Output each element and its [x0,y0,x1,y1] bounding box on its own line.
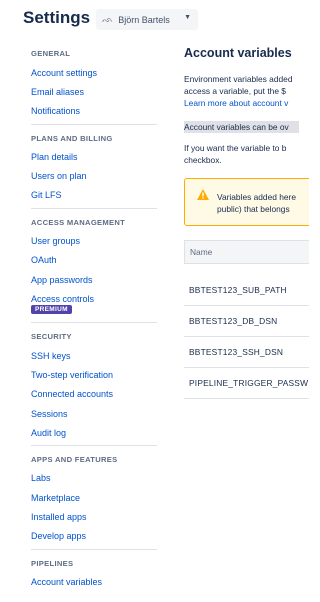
premium-badge: PREMIUM [31,305,72,314]
column-header-name: Name [190,247,213,257]
secure-text-line: If you want the variable to b [184,143,287,153]
sidebar-item-sessions[interactable]: Sessions [31,409,68,419]
sidebar-item-users-on-plan[interactable]: Users on plan [31,171,87,181]
intro-text-line: Environment variables added [184,74,293,84]
sidebar-group-plans-billing: PLANS AND BILLING [31,134,113,143]
sidebar-group-security: SECURITY [31,332,72,341]
sidebar-item-git-lfs[interactable]: Git LFS [31,190,62,200]
sidebar-item-plan-details[interactable]: Plan details [31,152,78,162]
variables-table-header: Name [184,240,309,264]
sidebar-item-ssh-keys[interactable]: SSH keys [31,351,71,361]
warning-icon [197,189,209,200]
sidebar-divider [31,445,157,446]
sidebar-item-account-variables[interactable]: Account variables [31,577,102,587]
account-name: Björn Bartels [118,14,170,25]
page-title: Settings [23,8,91,27]
variable-row[interactable]: BBTEST123_SSH_DSN [184,337,309,368]
sidebar-group-apps-features: APPS AND FEATURES [31,455,118,464]
sidebar-item-installed-apps[interactable]: Installed apps [31,512,87,522]
sidebar-item-audit-log[interactable]: Audit log [31,428,66,438]
sidebar-item-oauth[interactable]: OAuth [31,255,57,265]
sidebar-divider [31,124,157,125]
variable-name: BBTEST123_DB_DSN [189,316,278,326]
sidebar-item-two-step-verification[interactable]: Two-step verification [31,370,113,380]
section-title: Account variables [184,46,292,60]
warning-text-line: Variables added here [217,192,296,202]
sidebar-item-user-groups[interactable]: User groups [31,236,80,246]
variable-row[interactable]: PIPELINE_TRIGGER_PASSW [184,368,309,399]
account-switcher[interactable]: ᨒ Björn Bartels ▼ [96,9,198,30]
sidebar-item-connected-accounts[interactable]: Connected accounts [31,389,113,399]
sidebar-group-access-management: ACCESS MANAGEMENT [31,218,126,227]
sidebar-item-app-passwords[interactable]: App passwords [31,275,93,285]
variable-name: PIPELINE_TRIGGER_PASSW [189,378,309,388]
variable-name: BBTEST123_SSH_DSN [189,347,284,357]
sidebar-item-develop-apps[interactable]: Develop apps [31,531,86,541]
row-divider [184,398,309,399]
sidebar-divider [31,208,157,209]
sidebar-item-account-settings[interactable]: Account settings [31,68,97,78]
warning-message: Variables added here public) that belong… [184,178,309,226]
sidebar-item-email-aliases[interactable]: Email aliases [31,87,84,97]
sidebar-item-access-controls[interactable]: Access controls [31,294,94,304]
sidebar-group-general: GENERAL [31,49,71,58]
user-avatar-icon: ᨒ [102,14,114,24]
secure-text-line: checkbox. [184,155,222,165]
sidebar-item-marketplace[interactable]: Marketplace [31,493,80,503]
variable-row[interactable]: BBTEST123_SUB_PATH [184,275,309,306]
sidebar-group-pipelines: PIPELINES [31,559,74,568]
warning-text-line: public) that belongs [217,204,290,214]
sidebar-item-labs[interactable]: Labs [31,473,51,483]
sidebar-divider [31,549,157,550]
variable-row[interactable]: BBTEST123_DB_DSN [184,306,309,337]
learn-more-link[interactable]: Learn more about account v [184,98,288,108]
intro-text-line: access a variable, put the $ [184,86,286,96]
main-content: Account variables Environment variables … [184,0,309,602]
sidebar-divider [31,322,157,323]
variable-name: BBTEST123_SUB_PATH [189,285,287,295]
override-note: Account variables can be ov [184,121,299,133]
sidebar-item-notifications[interactable]: Notifications [31,106,80,116]
